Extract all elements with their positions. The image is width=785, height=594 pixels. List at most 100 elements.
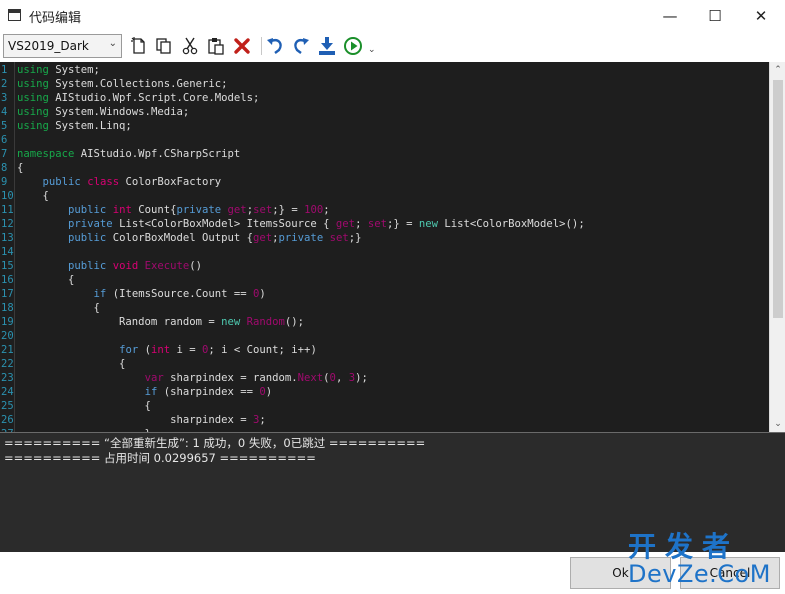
code-line[interactable]: using System.Windows.Media; xyxy=(17,105,189,119)
code-line[interactable]: { xyxy=(17,357,125,371)
code-line[interactable]: { xyxy=(17,399,151,413)
line-number: 2 xyxy=(1,78,8,90)
line-number: 5 xyxy=(1,120,8,132)
line-number: 10 xyxy=(1,190,14,202)
code-token: Count{ xyxy=(131,204,177,216)
line-number: 13 xyxy=(1,232,14,244)
line-number: 1 xyxy=(1,64,8,76)
line-number: 14 xyxy=(1,246,14,258)
download-button[interactable] xyxy=(316,35,338,57)
code-line[interactable]: private List<ColorBoxModel> ItemsSource … xyxy=(17,217,585,231)
code-line[interactable]: public ColorBoxModel Output {get;private… xyxy=(17,231,362,245)
toolbar-overflow-button[interactable]: ⌄ xyxy=(368,45,376,55)
code-line[interactable]: { xyxy=(17,189,49,203)
code-token: private xyxy=(68,218,113,230)
new-document-button[interactable] xyxy=(128,35,150,57)
line-number: 26 xyxy=(1,414,14,426)
download-icon xyxy=(319,37,335,55)
delete-icon xyxy=(234,38,250,54)
code-token: ;} xyxy=(348,232,362,244)
code-token: System.Windows.Media; xyxy=(48,106,190,118)
code-token: int xyxy=(150,344,171,356)
code-token: (); xyxy=(284,316,305,328)
code-token: , xyxy=(335,372,349,384)
app-window-icon xyxy=(8,9,21,21)
redo-button[interactable] xyxy=(290,35,312,57)
output-elapsed-time: ========== 占用时间 0.0299657 ========== xyxy=(4,451,316,465)
minimize-button[interactable]: — xyxy=(647,0,693,31)
line-number: 9 xyxy=(1,176,8,188)
maximize-button[interactable]: ☐ xyxy=(692,0,738,31)
code-line[interactable]: for (int i = 0; i < Count; i++) xyxy=(17,343,317,357)
code-line[interactable]: using System; xyxy=(17,63,100,77)
code-token: sharpindex = xyxy=(17,414,253,426)
line-number: 16 xyxy=(1,274,14,286)
code-token: void xyxy=(112,260,139,272)
copy-icon xyxy=(156,38,171,54)
code-line[interactable]: public class ColorBoxFactory xyxy=(17,175,222,189)
window-title: 代码编辑 xyxy=(29,11,82,26)
code-editor[interactable]: 1 2 3 4 5 6 7 8 9 10 11 12 13 14 15 16 17 18 19 20 21 22 23 24 2… xyxy=(0,62,785,432)
theme-select[interactable]: VS2019_Dark ⌄ xyxy=(3,34,122,58)
code-token: List<ColorBoxModel> ItemsSource { xyxy=(112,218,336,230)
code-line[interactable]: public int Count{private get; set;} = 100… xyxy=(17,203,330,217)
line-number: 18 xyxy=(1,302,14,314)
code-token: class xyxy=(87,176,120,188)
scroll-down-arrow-icon[interactable]: ⌄ xyxy=(772,418,784,430)
code-line[interactable]: var sharpindex = random.Next(0, 3); xyxy=(17,371,368,385)
code-line[interactable]: using System.Collections.Generic; xyxy=(17,77,227,91)
output-build-summary: ========== “全部重新生成”: 1 成功，0 失败，0已跳过 ====… xyxy=(4,436,426,450)
code-line[interactable]: { xyxy=(17,273,74,287)
run-button[interactable] xyxy=(342,35,364,57)
code-token: using xyxy=(17,92,49,104)
cut-icon xyxy=(182,37,198,55)
scrollbar-thumb[interactable] xyxy=(773,80,783,318)
code-token: new xyxy=(418,218,438,230)
redo-icon xyxy=(294,38,309,54)
line-number: 12 xyxy=(1,218,14,230)
code-token: get xyxy=(227,204,247,216)
run-icon xyxy=(344,37,362,55)
code-line[interactable]: Random random = new Random(); xyxy=(17,315,304,329)
editor-vertical-scrollbar[interactable]: ⌃ ⌄ xyxy=(769,62,785,432)
code-line[interactable]: using System.Linq; xyxy=(17,119,132,133)
code-token: ( xyxy=(138,344,151,356)
watermark-site-text: DevZe.CoM xyxy=(628,560,771,588)
code-token: { xyxy=(17,302,100,314)
code-line[interactable]: if (ItemsSource.Count == 0) xyxy=(17,287,266,301)
code-token: if xyxy=(93,288,107,300)
code-line[interactable]: { xyxy=(17,301,100,315)
code-token: { xyxy=(17,400,151,412)
line-number: 7 xyxy=(1,148,8,160)
code-line[interactable]: if (sharpindex == 0) xyxy=(17,385,273,399)
close-button[interactable]: ✕ xyxy=(738,0,784,31)
code-token: Random random = xyxy=(17,316,222,328)
line-number: 24 xyxy=(1,386,14,398)
code-token: List<ColorBoxModel>(); xyxy=(438,218,585,230)
code-token: set xyxy=(367,218,387,230)
scroll-up-arrow-icon[interactable]: ⌃ xyxy=(772,64,784,76)
line-number: 17 xyxy=(1,288,14,300)
code-line[interactable]: sharpindex = 3; xyxy=(17,413,266,427)
code-token: Random xyxy=(246,316,285,328)
code-token: ; xyxy=(323,204,330,216)
delete-button[interactable] xyxy=(231,35,253,57)
code-line[interactable]: public void Execute() xyxy=(17,259,202,273)
code-token: set xyxy=(329,232,349,244)
line-number: 3 xyxy=(1,92,8,104)
cut-button[interactable] xyxy=(179,35,201,57)
code-token: ) xyxy=(259,288,266,300)
paste-button[interactable] xyxy=(205,35,227,57)
title-bar: 代码编辑 — ☐ ✕ xyxy=(0,0,785,31)
code-line[interactable]: namespace AIStudio.Wpf.CSharpScript xyxy=(17,147,240,161)
copy-button[interactable] xyxy=(153,35,175,57)
line-number: 25 xyxy=(1,400,14,412)
code-line[interactable]: using AIStudio.Wpf.Script.Core.Models; xyxy=(17,91,259,105)
code-line[interactable]: { xyxy=(17,161,23,175)
undo-button[interactable] xyxy=(264,35,286,57)
gutter-divider xyxy=(14,62,15,432)
code-token: if xyxy=(144,386,158,398)
undo-icon xyxy=(267,38,282,54)
